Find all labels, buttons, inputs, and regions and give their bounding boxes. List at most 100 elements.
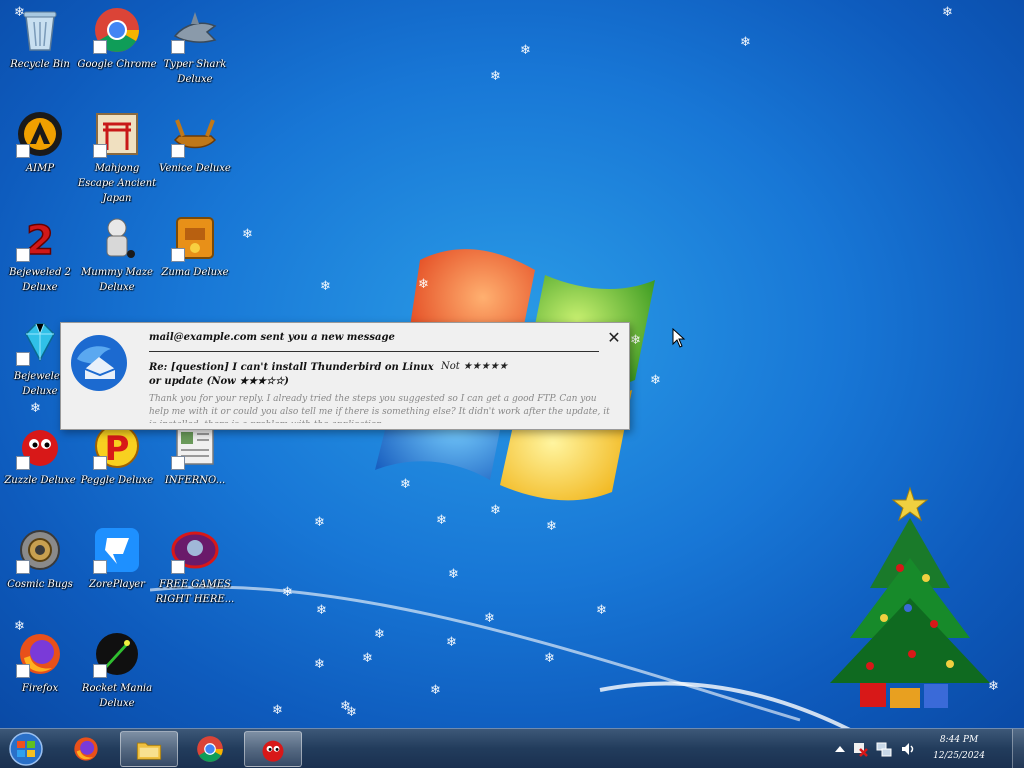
volume-icon[interactable] (900, 741, 916, 757)
desktop-icon-label: Firefox (21, 683, 59, 694)
svg-text:2: 2 (26, 218, 54, 262)
taskbar-firefox-button[interactable] (58, 731, 116, 767)
new-mail-notification[interactable]: mail@example.com sent you a new message … (60, 322, 630, 430)
desktop-icon-rocket-mania[interactable]: Rocket Mania Deluxe (79, 626, 155, 722)
action-center-flag-icon[interactable] (852, 741, 868, 757)
snowflake: ❄ (316, 603, 327, 618)
shortcut-arrow-icon (93, 560, 107, 574)
system-tray: 8:44 PM 12/25/2024 (828, 729, 1024, 768)
desktop-icon-label: Zuzzle Deluxe (4, 475, 76, 486)
show-hidden-icons-icon[interactable] (832, 741, 848, 757)
snowflake: ❄ (942, 5, 953, 20)
snowflake: ❄ (346, 705, 357, 720)
zuzzle-icon (262, 740, 284, 762)
desktop-icon-firefox[interactable]: Firefox (2, 626, 78, 722)
clock-date[interactable]: 12/25/2024 (924, 751, 994, 761)
desktop-icon-mummy-maze[interactable]: Mummy Maze Deluxe (79, 210, 155, 306)
snowflake: ❄ (520, 43, 531, 58)
desktop-icon-label: INFERNO... (164, 475, 226, 486)
desktop-icon-zoreplayer[interactable]: ZorePlayer (79, 522, 155, 618)
shortcut-arrow-icon (93, 40, 107, 54)
chrome-icon (197, 736, 223, 762)
snowflake: ❄ (484, 611, 495, 626)
snowflake: ❄ (446, 635, 457, 650)
desktop-icon-label: Typer Shark Deluxe (163, 59, 227, 85)
close-icon[interactable]: ✕ (605, 329, 623, 347)
shortcut-arrow-icon (16, 144, 30, 158)
shortcut-arrow-icon (171, 144, 185, 158)
desktop-icon-google-chrome[interactable]: Google Chrome (77, 2, 157, 98)
snowflake: ❄ (362, 651, 373, 666)
desktop-icon-label: Rocket Mania Deluxe (81, 683, 153, 709)
taskbar-chrome-button[interactable] (182, 731, 240, 767)
taskbar-file-explorer-button[interactable] (120, 731, 178, 767)
folder-icon (136, 742, 162, 760)
desktop-icon-recycle-bin[interactable]: Recycle Bin (2, 2, 78, 98)
snowflake: ❄ (400, 477, 411, 492)
notification-divider (149, 351, 599, 352)
shortcut-arrow-icon (16, 352, 30, 366)
desktop-icon-label: Venice Deluxe (159, 163, 231, 174)
desktop-icon-label: Peggle Deluxe (80, 475, 154, 486)
snowflake: ❄ (436, 513, 447, 528)
snowflake: ❄ (320, 279, 331, 294)
snowflake: ❄ (282, 585, 293, 600)
desktop-icon-free-games[interactable]: FREE GAMES RIGHT HERE... (156, 522, 234, 618)
taskbar: 8:44 PM 12/25/2024 (0, 728, 1024, 768)
desktop-icon-peggle[interactable]: P Peggle Deluxe (79, 418, 155, 514)
snowflake: ❄ (490, 503, 501, 518)
desktop-icon-cosmic-bugs[interactable]: Cosmic Bugs (2, 522, 78, 618)
desktop-icon-inferno-document[interactable]: INFERNO... (157, 418, 233, 514)
clock-time[interactable]: 8:44 PM (924, 735, 994, 745)
shortcut-arrow-icon (93, 664, 107, 678)
desktop-icon-bejeweled-2[interactable]: 2 Bejeweled 2 Deluxe (2, 210, 78, 306)
svg-text:P: P (105, 429, 130, 469)
shortcut-arrow-icon (93, 144, 107, 158)
taskbar-zuzzle-button[interactable] (244, 731, 302, 767)
desktop-icon-aimp[interactable]: AIMP (2, 106, 78, 202)
desktop-icon-label: AIMP (25, 163, 55, 174)
shortcut-arrow-icon (171, 560, 185, 574)
show-desktop-button[interactable] (1012, 729, 1024, 768)
desktop-icon-label: Zuma Deluxe (161, 267, 229, 278)
shortcut-arrow-icon (16, 248, 30, 262)
snowflake: ❄ (490, 69, 501, 84)
snowflake: ❄ (314, 515, 325, 530)
shortcut-arrow-icon (16, 560, 30, 574)
desktop-icon-label: Recycle Bin (10, 59, 70, 70)
notification-preview: Thank you for your reply. I already trie… (149, 394, 610, 423)
snowflake: ❄ (418, 277, 429, 292)
shortcut-arrow-icon (16, 456, 30, 470)
shortcut-arrow-icon (16, 664, 30, 678)
recycle-bin-icon (23, 11, 57, 51)
desktop-icon-label: Cosmic Bugs (7, 579, 73, 590)
desktop-icon-zuzzle[interactable]: Zuzzle Deluxe (2, 418, 78, 514)
snowflake: ❄ (272, 703, 283, 718)
snowflake: ❄ (596, 603, 607, 618)
network-icon[interactable] (876, 741, 892, 757)
desktop-icon-label: FREE GAMES RIGHT HERE... (155, 579, 235, 605)
start-button[interactable] (6, 731, 46, 767)
desktop-icon-label: ZorePlayer (89, 579, 145, 590)
snowflake: ❄ (242, 227, 253, 242)
christmas-tree-decoration (830, 486, 990, 708)
notification-meta: Not ★★★★★ (441, 361, 508, 372)
shortcut-arrow-icon (171, 40, 185, 54)
desktop-icon-label: Bejeweled 2 Deluxe (9, 267, 71, 293)
shortcut-arrow-icon (171, 456, 185, 470)
mummy-maze-icon (106, 218, 135, 258)
shortcut-arrow-icon (171, 248, 185, 262)
desktop: ❄ ❄ ❄ ❄ ❄ ❄ ❄ ❄ ❄ ❄ ❄ ❄ ❄ ❄ ❄ ❄ ❄ ❄ ❄ ❄ … (0, 0, 1024, 728)
shortcut-arrow-icon (93, 456, 107, 470)
snowflake: ❄ (374, 627, 385, 642)
snowflake: ❄ (430, 683, 441, 698)
notification-subject: Re: [question] I can't install Thunderbi… (149, 362, 434, 387)
desktop-icon-typer-shark[interactable]: Typer Shark Deluxe (157, 2, 233, 98)
desktop-icon-venice[interactable]: Venice Deluxe (157, 106, 233, 202)
mouse-cursor-icon (672, 328, 686, 348)
desktop-icon-zuma[interactable]: Zuma Deluxe (157, 210, 233, 306)
desktop-icon-label: Mahjong Escape Ancient Japan (77, 163, 157, 204)
notification-sender: mail@example.com sent you a new message (149, 332, 395, 343)
desktop-icon-mahjong-escape[interactable]: Mahjong Escape Ancient Japan (78, 106, 156, 204)
thunderbird-icon (71, 335, 127, 391)
